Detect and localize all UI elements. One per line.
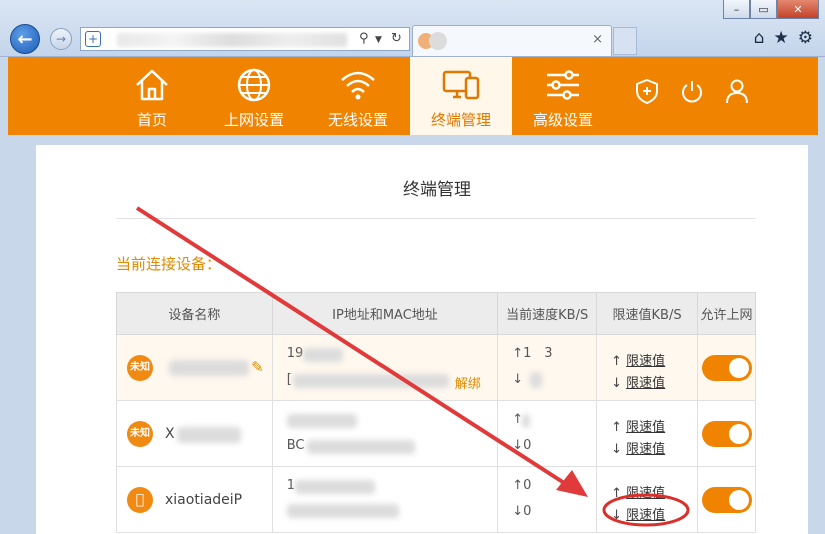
edit-icon[interactable]: ✎ — [251, 358, 264, 376]
refresh-icon[interactable]: ↻ — [391, 31, 402, 46]
mac-blurred — [306, 439, 415, 454]
header-current-speed: 当前速度KB/S — [497, 292, 598, 335]
table-row: 未知 ✎ 19 [ 解绑 ↑1 3 ↓ ↑ 限速值 ↓ 限速值 — [116, 334, 757, 401]
browser-tab[interactable]: × — [412, 25, 612, 56]
address-text-blurred — [117, 33, 347, 47]
nav-wireless-settings[interactable]: 无线设置 — [308, 57, 408, 135]
download-limit-link[interactable]: 限速值 — [626, 442, 665, 457]
mac-blurred — [292, 373, 449, 388]
close-window-button[interactable]: ✕ — [777, 0, 819, 19]
upload-arrow: ↑ — [611, 353, 623, 369]
search-icon[interactable]: ⚲ — [359, 31, 369, 46]
mac-address: [ — [286, 371, 292, 387]
unknown-device-icon: 未知 — [127, 420, 153, 447]
header-speed-limit: 限速值KB/S — [596, 292, 698, 335]
upload-speed-suffix: 3 — [544, 345, 553, 361]
device-name-blurred — [169, 359, 249, 376]
mac-blurred — [286, 503, 399, 518]
device-name: xiaotiadeiP — [165, 491, 243, 508]
nav-label: 无线设置 — [327, 111, 388, 129]
dropdown-icon[interactable]: ▼ — [375, 35, 382, 45]
nav-label: 高级设置 — [532, 111, 593, 129]
window-controls: – ▭ ✕ — [723, 0, 819, 19]
minimize-button[interactable]: – — [723, 0, 750, 19]
wifi-icon — [341, 71, 375, 100]
nav-home[interactable]: 首页 — [104, 57, 200, 135]
router-top-nav: 首页 上网设置 无线设置 终端管理 高级设置 — [8, 57, 818, 135]
download-arrow: ↓ — [611, 507, 623, 523]
nav-advanced-settings[interactable]: 高级设置 — [514, 57, 612, 135]
user-icon[interactable] — [723, 77, 751, 105]
connected-devices-label: 当前连接设备： — [116, 255, 222, 273]
mac-address: BC — [286, 437, 305, 453]
ip-address: 19 — [286, 345, 304, 361]
unknown-device-icon: 未知 — [127, 354, 153, 381]
shield-icon: + — [85, 31, 101, 47]
browser-toolbar-icons: ⌂ ★ ⚙ — [754, 28, 813, 48]
nav-internet-settings[interactable]: 上网设置 — [206, 57, 302, 135]
download-speed: ↓ — [512, 371, 524, 387]
new-tab-button[interactable] — [613, 27, 637, 55]
nav-label: 首页 — [136, 111, 167, 129]
allow-internet-toggle[interactable] — [701, 420, 752, 447]
tab-close-icon[interactable]: × — [592, 32, 603, 47]
terminal-management-page: 终端管理 当前连接设备： 设备名称 IP地址和MAC地址 当前速度KB/S 限速… — [36, 145, 808, 534]
upload-limit-link[interactable]: 限速值 — [626, 486, 665, 501]
device-name-blurred — [177, 426, 241, 443]
allow-internet-toggle[interactable] — [701, 486, 752, 513]
unbind-link[interactable]: 解绑 — [455, 373, 481, 392]
favorites-star-icon[interactable]: ★ — [774, 28, 789, 48]
device-name: X — [165, 425, 175, 442]
home-icon — [136, 69, 168, 101]
allow-internet-toggle[interactable] — [701, 354, 752, 381]
upload-arrow: ↑ — [611, 485, 623, 501]
table-row:  xiaotiadeiP 1 ↑0 ↓0 ↑ 限速值 ↓ 限速值 — [116, 466, 757, 533]
ip-address: 1 — [286, 477, 295, 493]
favicon-blurred — [429, 32, 447, 50]
divider — [116, 218, 756, 219]
upload-speed: ↑1 — [512, 345, 532, 361]
upload-speed: ↑0 — [512, 477, 532, 493]
upload-limit-link[interactable]: 限速值 — [626, 354, 665, 369]
upload-arrow: ↑ — [611, 419, 623, 435]
download-speed: ↓0 — [512, 503, 532, 519]
download-arrow: ↓ — [611, 441, 623, 457]
home-icon[interactable]: ⌂ — [754, 28, 765, 48]
devices-icon — [442, 70, 480, 100]
ip-blurred — [302, 347, 343, 362]
download-limit-link[interactable]: 限速值 — [626, 508, 665, 523]
header-allow-internet: 允许上网 — [696, 292, 757, 335]
ip-blurred — [294, 479, 375, 494]
download-arrow: ↓ — [611, 375, 623, 391]
back-button[interactable]: ← — [10, 24, 40, 54]
power-icon[interactable] — [678, 77, 706, 105]
maximize-button[interactable]: ▭ — [750, 0, 777, 19]
nav-terminal-management[interactable]: 终端管理 — [410, 57, 512, 135]
nav-label: 上网设置 — [223, 111, 284, 129]
device-table: 设备名称 IP地址和MAC地址 当前速度KB/S 限速值KB/S 允许上网 未知… — [116, 292, 757, 533]
settings-gear-icon[interactable]: ⚙ — [798, 28, 813, 48]
sliders-icon — [547, 70, 579, 100]
ip-blurred — [286, 413, 357, 428]
address-bar[interactable]: + ⚲ ▼ ↻ — [80, 27, 410, 51]
table-header-row: 设备名称 IP地址和MAC地址 当前速度KB/S 限速值KB/S 允许上网 — [116, 292, 757, 335]
apple-icon:  — [127, 486, 153, 513]
globe-icon — [237, 68, 271, 102]
nav-label: 终端管理 — [430, 111, 491, 129]
upload-limit-link[interactable]: 限速值 — [626, 420, 665, 435]
download-speed: ↓0 — [512, 437, 532, 453]
table-row: 未知 X BC ↑ ↓0 ↑ 限速值 ↓ 限速值 — [116, 400, 757, 467]
download-limit-link[interactable]: 限速值 — [626, 376, 665, 391]
security-shield-icon[interactable] — [633, 77, 661, 105]
header-device-name: 设备名称 — [116, 292, 273, 335]
header-ip-mac: IP地址和MAC地址 — [271, 292, 499, 335]
forward-button[interactable]: → — [50, 28, 72, 50]
page-title: 终端管理 — [403, 180, 471, 200]
speed-blurred — [522, 413, 531, 428]
speed-blurred — [530, 371, 543, 388]
browser-chrome: – ▭ ✕ ← → + ⚲ ▼ ↻ × ⌂ ★ ⚙ — [0, 0, 825, 57]
